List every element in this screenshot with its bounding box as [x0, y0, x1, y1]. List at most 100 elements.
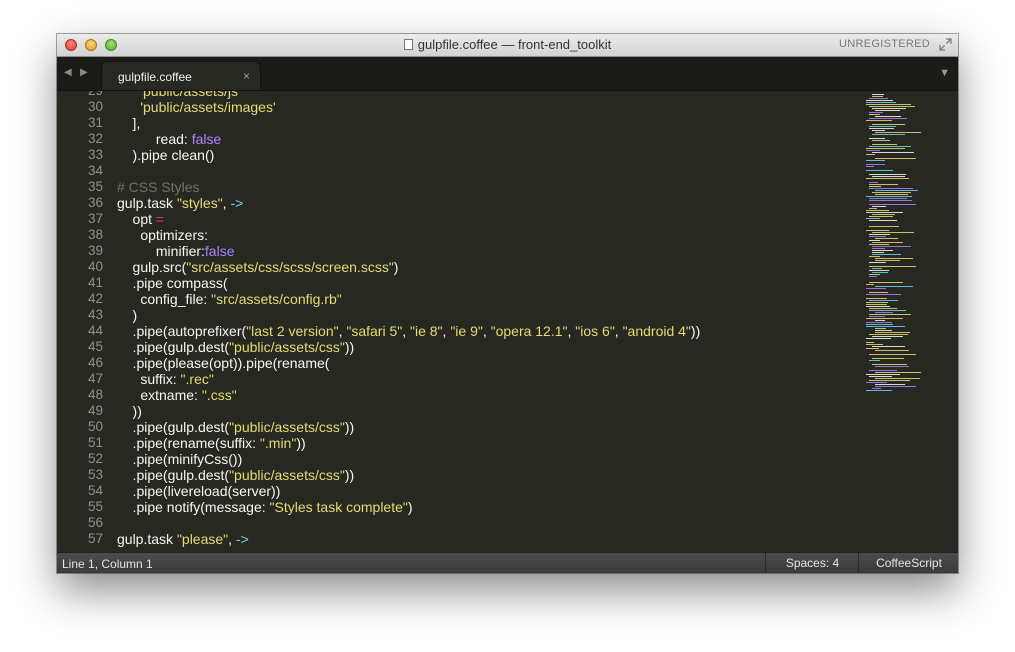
code-line[interactable]: gulp.task "please", ->	[117, 531, 857, 547]
code-line[interactable]: 'public/assets/js'	[117, 91, 857, 99]
minimap-stroke	[869, 198, 907, 199]
tab-close-icon[interactable]: ×	[243, 69, 250, 83]
line-number-gutter: 2930313233343536373839404142434445464748…	[57, 91, 103, 547]
code-token: ],	[117, 115, 141, 131]
code-line[interactable]: minifier:false	[117, 243, 857, 259]
minimap-stroke	[866, 210, 889, 211]
code-token: ,	[228, 531, 236, 547]
code-line[interactable]	[117, 515, 857, 531]
minimap-stroke	[869, 112, 883, 113]
code-line[interactable]: # CSS Styles	[117, 179, 857, 195]
code-line[interactable]: ).pipe clean()	[117, 147, 857, 163]
tabs-menu-icon[interactable]: ▼	[939, 67, 950, 79]
minimap-stroke	[866, 196, 912, 197]
minimap[interactable]	[863, 91, 958, 552]
minimap-stroke	[866, 104, 911, 105]
minimap-stroke	[869, 310, 906, 311]
minimap-stroke	[872, 248, 885, 249]
tab-scroll-right-icon[interactable]: ▶	[80, 67, 88, 78]
minimap-stroke	[866, 298, 887, 299]
window-title-area: gulpfile.coffee — front-end_toolkit	[57, 37, 958, 52]
minimap-stroke	[866, 324, 893, 325]
minimap-stroke	[866, 306, 890, 307]
code-editor[interactable]: 2930313233343536373839404142434445464748…	[57, 91, 958, 552]
code-token: .pipe compass(	[117, 275, 228, 291]
minimap-stroke	[866, 294, 901, 295]
code-line[interactable]: .pipe(autoprefixer("last 2 version", "sa…	[117, 323, 857, 339]
code-token: .pipe(gulp.dest(	[117, 419, 230, 435]
code-line[interactable]: optimizers:	[117, 227, 857, 243]
minimap-stroke	[866, 302, 888, 303]
minimap-stroke	[875, 260, 900, 261]
minimap-stroke	[869, 226, 899, 227]
minimap-stroke	[866, 160, 885, 161]
code-token: "safari 5"	[346, 323, 403, 339]
code-line[interactable]: )	[117, 307, 857, 323]
minimap-stroke	[869, 308, 897, 309]
line-number: 46	[87, 355, 103, 370]
code-line[interactable]: gulp.task "styles", ->	[117, 195, 857, 211]
minimap-stroke	[875, 194, 908, 195]
code-token: "public/assets/css"	[229, 419, 345, 435]
code-line[interactable]: opt =	[117, 211, 857, 227]
minimap-stroke	[869, 200, 912, 201]
minimap-stroke	[875, 332, 910, 333]
minimap-stroke	[875, 386, 916, 387]
code-line[interactable]: .pipe(gulp.dest("public/assets/css"))	[117, 339, 857, 355]
tab-label: gulpfile.coffee	[118, 70, 192, 84]
line-number: 42	[87, 291, 103, 306]
minimap-stroke	[866, 102, 896, 103]
code-line[interactable]: config_file: "src/assets/config.rb"	[117, 291, 857, 307]
code-line[interactable]: ))	[117, 403, 857, 419]
code-line[interactable]: .pipe(gulp.dest("public/assets/css"))	[117, 419, 857, 435]
code-area[interactable]: 'public/assets/js' 'public/assets/images…	[117, 91, 857, 547]
code-line[interactable]: .pipe(livereload(server))	[117, 483, 857, 499]
code-line[interactable]	[117, 163, 857, 179]
minimap-stroke	[875, 258, 913, 259]
tab-gulpfile[interactable]: gulpfile.coffee ×	[102, 62, 260, 90]
minimap-stroke	[872, 214, 895, 215]
code-line[interactable]: ],	[117, 115, 857, 131]
minimap-stroke	[866, 344, 883, 345]
code-line[interactable]: .pipe notify(message: "Styles task compl…	[117, 499, 857, 515]
code-token: "last 2 version"	[246, 323, 339, 339]
code-line[interactable]: .pipe(rename(suffix: ".min"))	[117, 435, 857, 451]
code-token: 'public/assets/images'	[140, 99, 276, 115]
title-bar: gulpfile.coffee — front-end_toolkit UNRE…	[57, 34, 958, 57]
code-token: "ie 9"	[450, 323, 483, 339]
minimap-stroke	[872, 192, 911, 193]
line-number: 39	[87, 243, 103, 258]
minimap-stroke	[872, 144, 897, 145]
syntax-selector[interactable]: CoffeeScript	[858, 553, 958, 573]
code-line[interactable]: gulp.src("src/assets/css/scss/screen.scs…	[117, 259, 857, 275]
minimap-stroke	[872, 250, 893, 251]
minimap-stroke	[869, 262, 886, 263]
fullscreen-icon[interactable]	[939, 38, 952, 51]
minimap-stroke	[869, 276, 877, 277]
code-token: "src/assets/css/scss/screen.scss"	[186, 259, 394, 275]
minimap-stroke	[869, 354, 916, 355]
minimap-stroke	[869, 188, 913, 189]
code-line[interactable]: extname: ".css"	[117, 387, 857, 403]
code-line[interactable]: .pipe(please(opt)).pipe(rename(	[117, 355, 857, 371]
indentation-selector[interactable]: Spaces: 4	[765, 553, 859, 573]
tab-scroll-left-icon[interactable]: ◀	[64, 67, 72, 78]
code-line[interactable]: .pipe compass(	[117, 275, 857, 291]
code-line[interactable]: 'public/assets/images'	[117, 99, 857, 115]
minimap-stroke	[872, 206, 886, 207]
code-token: false	[191, 131, 222, 147]
code-token: false	[204, 243, 235, 259]
minimap-stroke	[866, 150, 880, 151]
code-line[interactable]: .pipe(minifyCss())	[117, 451, 857, 467]
code-line[interactable]: .pipe(gulp.dest("public/assets/css"))	[117, 467, 857, 483]
code-token: .pipe(livereload(server))	[117, 483, 281, 499]
code-line[interactable]: read: false	[117, 131, 857, 147]
code-token: .pipe(please(opt)).pipe(rename(	[117, 355, 330, 371]
minimap-stroke	[872, 336, 903, 337]
editor-window: gulpfile.coffee — front-end_toolkit UNRE…	[57, 34, 958, 573]
line-number: 47	[87, 371, 103, 386]
code-token: ".rec"	[180, 371, 214, 387]
line-number: 52	[87, 451, 103, 466]
code-line[interactable]: suffix: ".rec"	[117, 371, 857, 387]
minimap-stroke	[872, 152, 914, 153]
